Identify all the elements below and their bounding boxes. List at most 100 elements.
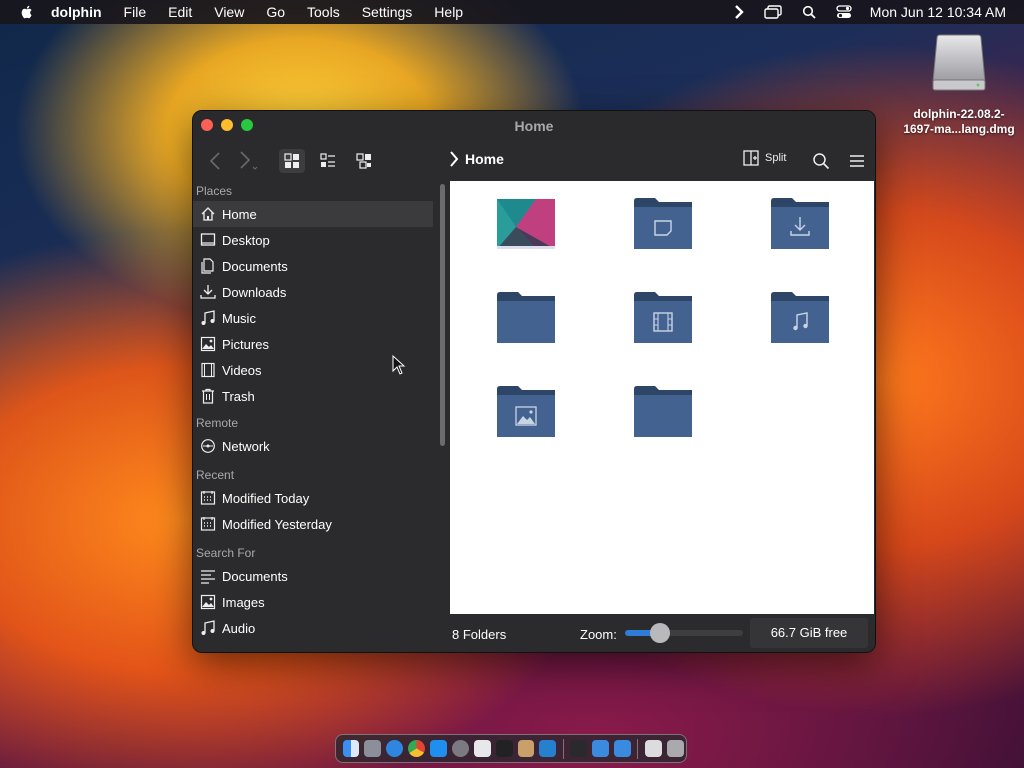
folder-desktop[interactable] bbox=[496, 197, 556, 251]
trash-icon[interactable] bbox=[666, 740, 684, 757]
toolbar: Home Split bbox=[193, 141, 875, 181]
sidebar-item-desktop[interactable]: Desktop bbox=[193, 227, 433, 253]
menubar-clock[interactable]: Mon Jun 12 10:34 AM bbox=[870, 4, 1006, 20]
desktop-icon bbox=[199, 231, 217, 249]
forward-button[interactable] bbox=[235, 149, 261, 173]
split-view-icon bbox=[743, 150, 759, 166]
sidebar-item-search-images[interactable]: Images bbox=[193, 589, 433, 615]
section-places: Places bbox=[196, 184, 233, 198]
sidebar-item-trash[interactable]: Trash bbox=[193, 383, 433, 409]
sidebar-item-label: Home bbox=[222, 206, 257, 222]
vscode-icon[interactable] bbox=[539, 740, 557, 757]
menu-view[interactable]: View bbox=[214, 4, 244, 20]
home-icon bbox=[199, 205, 217, 223]
icons-view-button[interactable] bbox=[279, 149, 305, 173]
zoom-slider[interactable] bbox=[625, 623, 743, 643]
sidebar-item-label: Documents bbox=[222, 568, 288, 584]
sidebar-item-home[interactable]: Home bbox=[193, 201, 433, 227]
screen-mirroring-icon[interactable] bbox=[764, 5, 782, 19]
sidebar-item-music[interactable]: Music bbox=[193, 305, 433, 331]
menu-tools[interactable]: Tools bbox=[307, 4, 340, 20]
menu-help[interactable]: Help bbox=[434, 4, 463, 20]
back-button[interactable] bbox=[203, 149, 227, 173]
menu-file[interactable]: File bbox=[124, 4, 147, 20]
sidebar-item-downloads[interactable]: Downloads bbox=[193, 279, 433, 305]
music-icon bbox=[199, 309, 217, 327]
menu-edit[interactable]: Edit bbox=[168, 4, 192, 20]
grid-view-icon bbox=[284, 153, 299, 168]
chevron-right-icon bbox=[450, 151, 459, 167]
folder-music[interactable] bbox=[770, 291, 830, 345]
launchpad-icon[interactable] bbox=[364, 740, 382, 757]
file-view[interactable] bbox=[450, 181, 874, 614]
chevron-right-icon[interactable] bbox=[734, 5, 744, 19]
folder-icon bbox=[497, 292, 555, 343]
dolphin-app-icon[interactable] bbox=[592, 740, 609, 757]
search-button[interactable] bbox=[809, 149, 833, 173]
sidebar-item-modified-today[interactable]: Modified Today bbox=[193, 485, 433, 511]
safari-icon[interactable] bbox=[386, 740, 404, 757]
section-remote: Remote bbox=[196, 416, 239, 430]
folder-downloads[interactable] bbox=[770, 197, 830, 251]
script-editor-icon[interactable] bbox=[473, 740, 491, 757]
system-settings-icon[interactable] bbox=[451, 740, 469, 757]
zoom-slider-handle[interactable] bbox=[650, 623, 671, 643]
trash-icon bbox=[199, 387, 217, 405]
sidebar-item-label: Desktop bbox=[222, 232, 270, 248]
sidebar-item-label: Trash bbox=[222, 388, 255, 404]
folder-documents[interactable] bbox=[633, 197, 693, 251]
hamburger-menu-button[interactable] bbox=[845, 149, 869, 173]
menu-go[interactable]: Go bbox=[266, 4, 285, 20]
folder-music-icon bbox=[771, 292, 829, 343]
compact-view-button[interactable] bbox=[315, 149, 341, 173]
instruments-icon[interactable] bbox=[517, 740, 535, 757]
window-title: Home bbox=[514, 118, 554, 134]
audio-icon bbox=[199, 619, 217, 637]
sidebar-item-search-documents[interactable]: Documents bbox=[193, 563, 433, 589]
window-minimized-icon[interactable] bbox=[570, 740, 588, 757]
sidebar-item-label: Audio bbox=[222, 620, 256, 636]
calendar-icon bbox=[199, 515, 217, 533]
chrome-icon[interactable] bbox=[408, 740, 425, 757]
compact-view-icon bbox=[320, 153, 335, 167]
desktop-disk-image[interactable]: dolphin-22.08.2-1697-ma...lang.dmg bbox=[900, 34, 1018, 137]
dolphin-window-icon[interactable] bbox=[614, 740, 631, 757]
folder-plain[interactable] bbox=[496, 291, 556, 345]
breadcrumb-home[interactable]: Home bbox=[465, 151, 504, 167]
menu-bar: dolphin File Edit View Go Tools Settings… bbox=[0, 0, 1024, 24]
sidebar-scrollbar[interactable] bbox=[437, 184, 446, 652]
network-icon bbox=[199, 437, 217, 455]
folder-pictures[interactable] bbox=[496, 385, 556, 439]
sidebar-item-label: Music bbox=[222, 310, 256, 326]
terminal-icon[interactable] bbox=[495, 740, 513, 757]
sidebar-item-label: Documents bbox=[222, 258, 288, 274]
finder-icon[interactable] bbox=[342, 740, 360, 757]
control-center-icon[interactable] bbox=[836, 5, 852, 19]
sidebar-scroll-thumb[interactable] bbox=[440, 184, 445, 446]
folder-plain[interactable] bbox=[633, 385, 693, 439]
breadcrumb[interactable]: Home bbox=[449, 151, 504, 167]
sidebar-item-documents[interactable]: Documents bbox=[193, 253, 433, 279]
arrow-left-icon bbox=[209, 152, 220, 170]
details-view-button[interactable] bbox=[351, 149, 377, 173]
folder-videos[interactable] bbox=[633, 291, 693, 345]
sidebar-item-label: Pictures bbox=[222, 336, 269, 352]
downloads-stack-icon[interactable] bbox=[644, 740, 662, 757]
app-menu[interactable]: dolphin bbox=[51, 4, 102, 20]
sidebar-item-search-audio[interactable]: Audio bbox=[193, 615, 433, 641]
sidebar-item-label: Network bbox=[222, 438, 270, 454]
status-bar: 8 Folders Zoom: 66.7 GiB free bbox=[450, 614, 875, 652]
disk-image-icon bbox=[932, 34, 986, 91]
split-button[interactable]: Split bbox=[743, 150, 786, 166]
sidebar-item-modified-yesterday[interactable]: Modified Yesterday bbox=[193, 511, 433, 537]
menu-settings[interactable]: Settings bbox=[362, 4, 413, 20]
search-icon[interactable] bbox=[802, 5, 816, 19]
free-space-indicator[interactable]: 66.7 GiB free bbox=[750, 618, 868, 648]
documents-icon bbox=[199, 257, 217, 275]
title-bar[interactable]: Home bbox=[193, 111, 875, 139]
apple-icon[interactable] bbox=[19, 4, 35, 20]
pictures-icon bbox=[199, 335, 217, 353]
app-store-icon[interactable] bbox=[430, 740, 447, 757]
sidebar-item-pictures[interactable]: Pictures bbox=[193, 331, 433, 357]
sidebar-item-network[interactable]: Network bbox=[193, 433, 433, 459]
